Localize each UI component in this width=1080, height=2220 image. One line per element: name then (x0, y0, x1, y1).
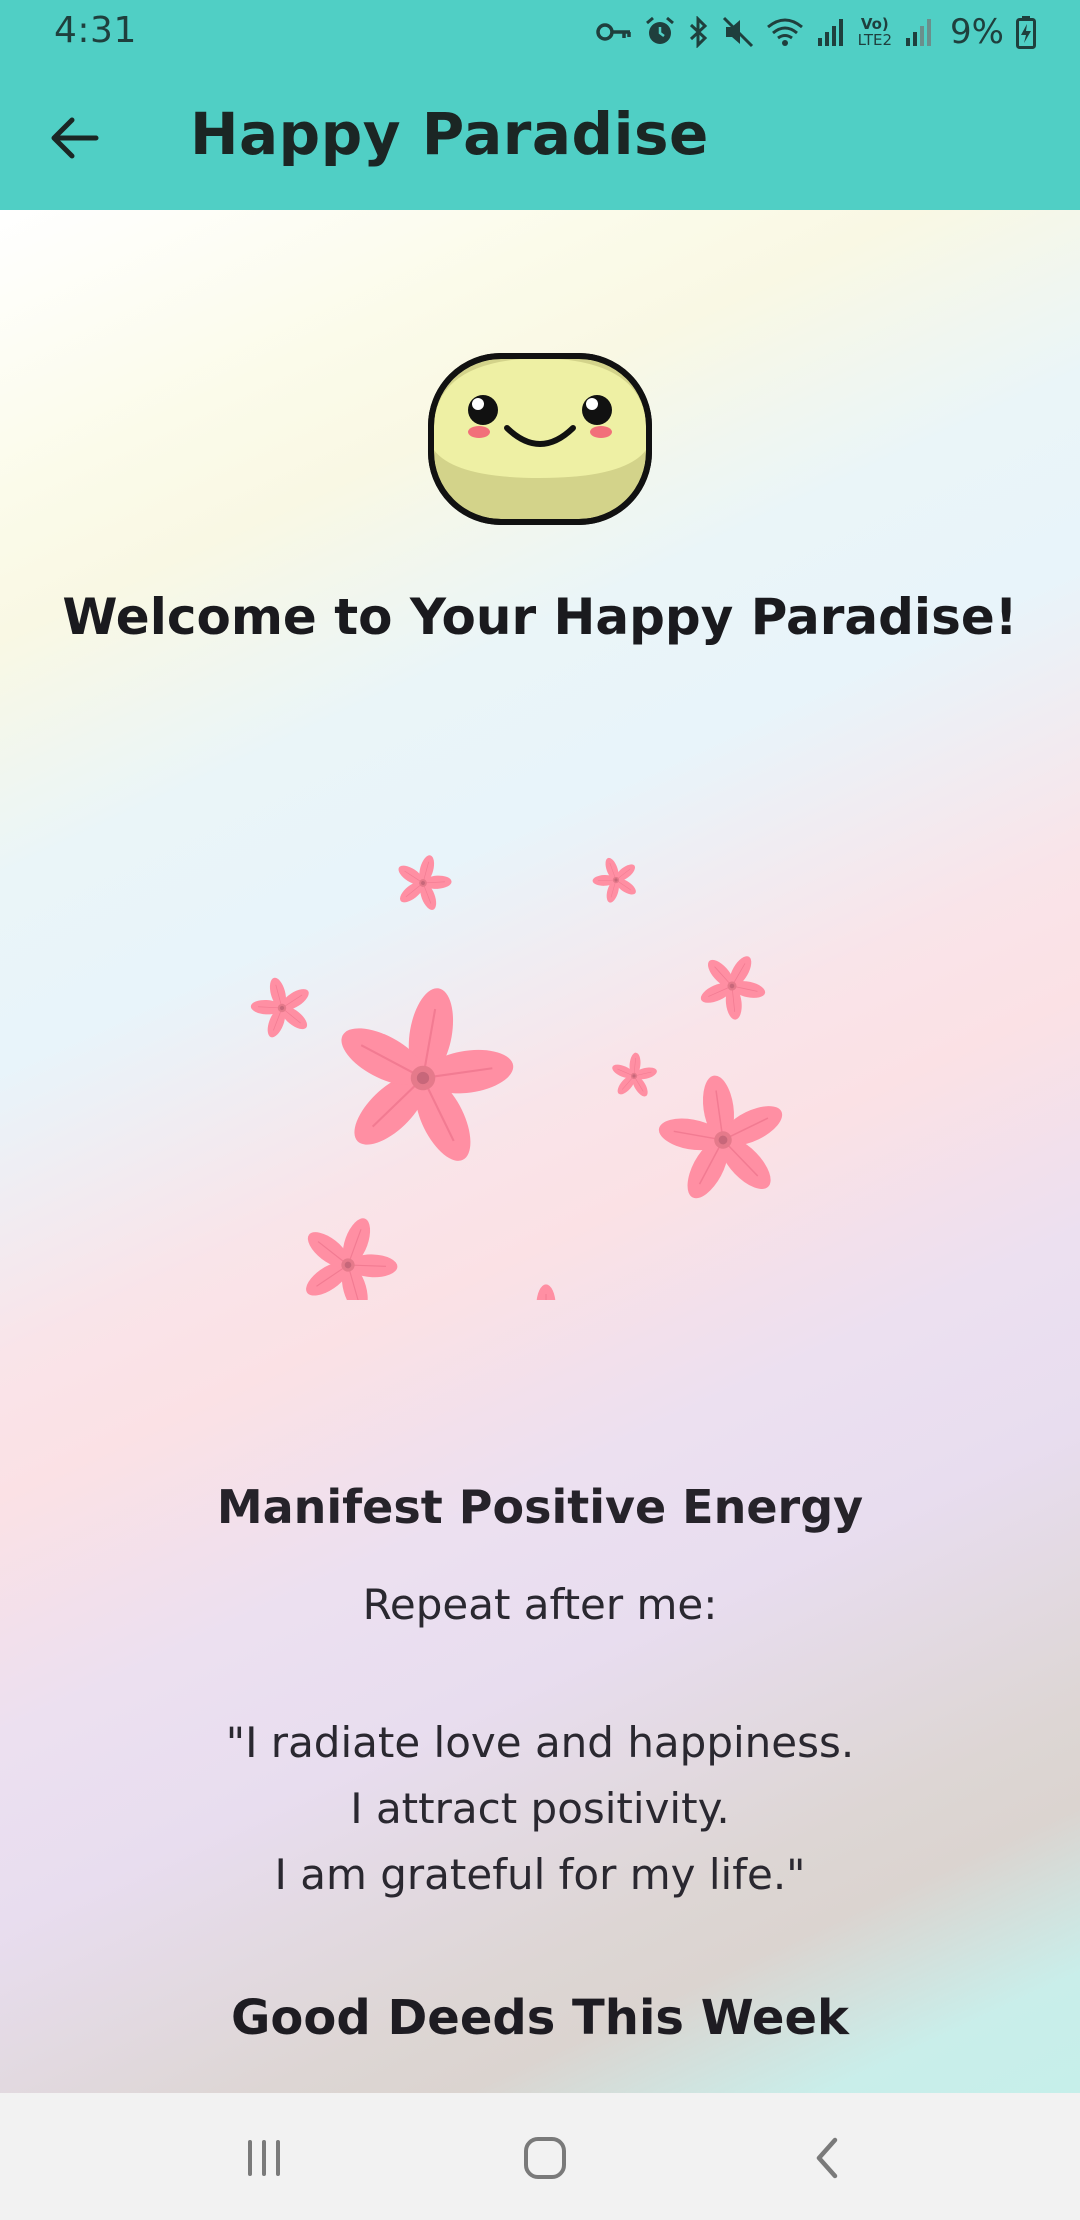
repeat-prompt: Repeat after me: (362, 1580, 718, 1629)
battery-charging-icon (1016, 15, 1036, 49)
flower-icon (607, 1050, 661, 1101)
screen: 4:31 Vo) LTE2 9% Happy Paradise Welcome … (0, 0, 1080, 2220)
recents-icon (248, 2140, 280, 2176)
status-time: 4:31 (54, 10, 137, 51)
flower-icon (315, 971, 532, 1180)
affirmation-text: "I radiate love and happiness. I attract… (0, 1710, 1080, 1908)
wifi-icon (766, 16, 804, 48)
recents-button[interactable] (229, 2123, 299, 2193)
smiling-face-icon (425, 350, 655, 530)
manifest-heading: Manifest Positive Energy (216, 1480, 864, 1534)
flower-icon (242, 969, 321, 1046)
volte-icon: Vo) LTE2 (857, 15, 893, 49)
signal-icon (816, 16, 846, 48)
mute-icon (722, 16, 754, 48)
main-content[interactable]: Welcome to Your Happy Paradise! Manifest… (0, 210, 1080, 2093)
back-chevron-icon (816, 2137, 838, 2179)
status-bar: 4:31 Vo) LTE2 9% (0, 0, 1080, 64)
affirmation-line: I am grateful for my life." (274, 1850, 806, 1899)
affirmation-line: I attract positivity. (350, 1784, 730, 1833)
flower-icon (685, 939, 780, 1032)
flower-icon (284, 1200, 413, 1300)
flower-icon (387, 847, 459, 917)
battery-percent: 9% (950, 12, 1004, 52)
top-app-area: 4:31 Vo) LTE2 9% Happy Paradise (0, 0, 1080, 210)
navigation-bar (0, 2093, 1080, 2220)
good-deeds-heading: Good Deeds This Week (231, 1990, 849, 2046)
signal-icon-2 (904, 16, 934, 48)
welcome-heading: Welcome to Your Happy Paradise! (62, 588, 1018, 646)
key-icon (595, 20, 632, 44)
alarm-icon (644, 16, 676, 48)
system-back-button[interactable] (792, 2123, 862, 2193)
flower-icon (647, 1065, 799, 1211)
flower-icon (585, 849, 647, 910)
page-title: Happy Paradise (190, 100, 709, 168)
app-bar: Happy Paradise (0, 64, 1080, 210)
bluetooth-icon (688, 16, 710, 48)
flower-icon (502, 1283, 590, 1300)
home-icon (524, 2137, 566, 2179)
affirmation-line: "I radiate love and happiness. (225, 1718, 855, 1767)
flower-animation (242, 847, 799, 1300)
arrow-left-icon (51, 117, 99, 159)
home-button[interactable] (510, 2123, 580, 2193)
back-button[interactable] (40, 104, 108, 172)
status-icons: Vo) LTE2 9% (595, 12, 1036, 52)
